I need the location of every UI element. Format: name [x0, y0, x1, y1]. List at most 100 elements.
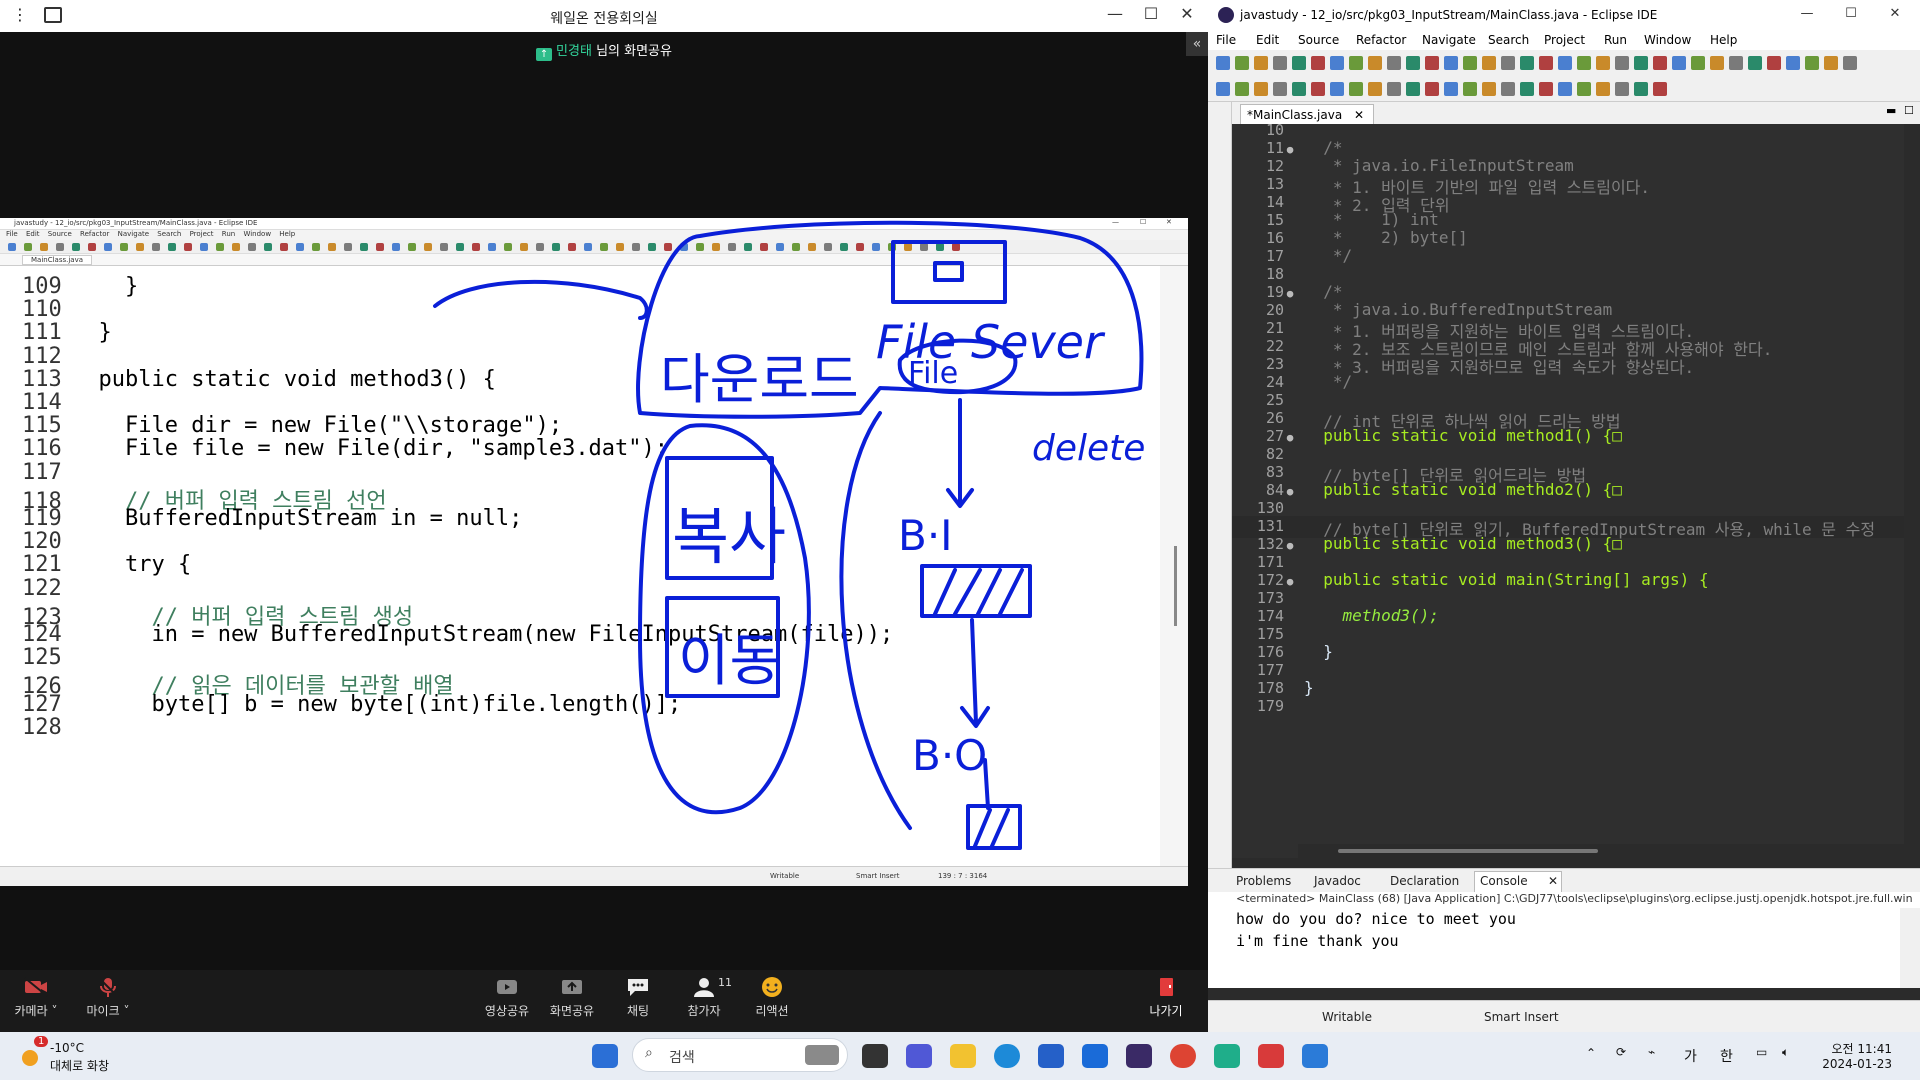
fold-marker-icon[interactable]: ● [1284, 287, 1296, 300]
ime-lang[interactable]: 가 [1684, 1046, 1697, 1066]
toolbar-icon[interactable] [696, 243, 704, 251]
toolbar-icon[interactable] [1368, 82, 1382, 96]
fold-marker-icon[interactable]: ● [1284, 485, 1296, 498]
toolbar-icon[interactable] [552, 243, 560, 251]
toolbar-icon[interactable] [1368, 56, 1382, 70]
code-editor[interactable]: 10 11 ● /* 12 * java.io.FileInputStream 13 *… [1232, 124, 1920, 858]
editor-maximize-icon[interactable]: ☐ [1904, 104, 1914, 117]
toolbar-icon[interactable] [840, 243, 848, 251]
toolbar-icon[interactable] [1235, 56, 1249, 70]
toolbar-icon[interactable] [1729, 56, 1743, 70]
toolbar-icon[interactable] [1805, 56, 1819, 70]
leave-button[interactable]: 나가기 [1134, 976, 1198, 1019]
toolbar-icon[interactable] [568, 243, 576, 251]
menu-source[interactable]: Source [1298, 33, 1339, 47]
console-scrollbar[interactable] [1900, 908, 1920, 988]
task-view-icon[interactable] [862, 1044, 888, 1068]
toolbar-icon[interactable] [296, 243, 304, 251]
editor-scroll-thumb[interactable] [1338, 849, 1598, 853]
toolbar-icon[interactable] [1235, 82, 1249, 96]
toolbar-icon[interactable] [328, 243, 336, 251]
tab-console[interactable]: Console [1480, 874, 1528, 888]
toolbar-icon[interactable] [1539, 82, 1553, 96]
toolbar-icon[interactable] [1596, 82, 1610, 96]
toolbar-icon[interactable] [1501, 56, 1515, 70]
toolbar-icon[interactable] [1216, 82, 1230, 96]
toolbar-icon[interactable] [1786, 56, 1800, 70]
toolbar-icon[interactable] [1349, 56, 1363, 70]
whale-on-icon[interactable] [1214, 1044, 1240, 1068]
toolbar-icon[interactable] [1558, 82, 1572, 96]
toolbar-icon[interactable] [1634, 56, 1648, 70]
toolbar-icon[interactable] [632, 243, 640, 251]
toolbar-icon[interactable] [1501, 82, 1515, 96]
toolbar-icon[interactable] [40, 243, 48, 251]
clock[interactable]: 오전 11:41 2024-01-23 [1818, 1040, 1892, 1071]
toolbar-icon[interactable] [424, 243, 432, 251]
toolbar-icon[interactable] [1254, 56, 1268, 70]
toolbar-icon[interactable] [1311, 82, 1325, 96]
toolbar-icon[interactable] [1254, 82, 1268, 96]
toolbar-icon[interactable] [1387, 82, 1401, 96]
toolbar-icon[interactable] [744, 243, 752, 251]
menu-project[interactable]: Project [1544, 33, 1585, 47]
toolbar-icon[interactable] [664, 243, 672, 251]
toolbar-icon[interactable] [872, 243, 880, 251]
toolbar-icon[interactable] [1558, 56, 1572, 70]
toolbar-icon[interactable] [1577, 82, 1591, 96]
toolbar-icon[interactable] [1463, 82, 1477, 96]
eclipse-maximize-button[interactable]: ☐ [1836, 6, 1866, 30]
toolbar-icon[interactable] [1444, 56, 1458, 70]
toolbar-icon[interactable] [456, 243, 464, 251]
toolbar-icon[interactable] [24, 243, 32, 251]
toolbar-icon[interactable] [1330, 56, 1344, 70]
toolbar-icon[interactable] [408, 243, 416, 251]
menu-search[interactable]: Search [1488, 33, 1529, 47]
minimize-button[interactable]: — [1100, 4, 1130, 28]
maximize-button[interactable]: ☐ [1136, 4, 1166, 28]
toolbar-icon[interactable] [1615, 56, 1629, 70]
close-tab-icon[interactable]: ✕ [1354, 108, 1364, 122]
console-output[interactable]: how do you do? nice to meet you i'm fine… [1208, 908, 1920, 988]
menu-run[interactable]: Run [1604, 33, 1627, 47]
toolbar-icon[interactable] [1482, 56, 1496, 70]
toolbar-icon[interactable] [1387, 56, 1401, 70]
toolbar-icon[interactable] [776, 243, 784, 251]
toolbar-icon[interactable] [952, 243, 960, 251]
toolbar-icon[interactable] [1691, 56, 1705, 70]
toolbar-icon[interactable] [904, 243, 912, 251]
toolbar-icon[interactable] [264, 243, 272, 251]
toolbar-icon[interactable] [1748, 56, 1762, 70]
toolbar-icon[interactable] [920, 243, 928, 251]
toolbar-icon[interactable] [312, 243, 320, 251]
menu-refactor[interactable]: Refactor [1356, 33, 1406, 47]
toolbar-icon[interactable] [856, 243, 864, 251]
toolbar-icon[interactable] [168, 243, 176, 251]
toolbar-icon[interactable] [200, 243, 208, 251]
toolbar-icon[interactable] [536, 243, 544, 251]
tab-declaration[interactable]: Declaration [1390, 874, 1459, 888]
toolbar-icon[interactable] [1634, 82, 1648, 96]
toolbar-icon[interactable] [1311, 56, 1325, 70]
tab-javadoc[interactable]: Javadoc [1314, 874, 1361, 888]
mysql-icon[interactable] [1082, 1044, 1108, 1068]
toolbar-icon[interactable] [680, 243, 688, 251]
toolbar-icon[interactable] [1292, 82, 1306, 96]
toolbar-icon[interactable] [1710, 56, 1724, 70]
close-button[interactable]: ✕ [1172, 4, 1202, 28]
file-explorer-icon[interactable] [950, 1044, 976, 1068]
toolbar-icon[interactable] [1615, 82, 1629, 96]
toolbar-icon[interactable] [1577, 56, 1591, 70]
toolbar-icon[interactable] [56, 243, 64, 251]
toolbar-icon[interactable] [520, 243, 528, 251]
toolbar-icon[interactable] [1482, 82, 1496, 96]
eclipse-taskbar-icon[interactable] [1126, 1044, 1152, 1068]
editor-minimize-icon[interactable]: ▬ [1886, 104, 1896, 117]
toolbar-icon[interactable] [1596, 56, 1610, 70]
toolbar-icon[interactable] [1330, 82, 1344, 96]
toolbar-icon[interactable] [760, 243, 768, 251]
toolbar-icon[interactable] [616, 243, 624, 251]
toolbar-icon[interactable] [584, 243, 592, 251]
fold-marker-icon[interactable]: ● [1284, 143, 1296, 156]
fold-marker-icon[interactable]: ● [1284, 575, 1296, 588]
